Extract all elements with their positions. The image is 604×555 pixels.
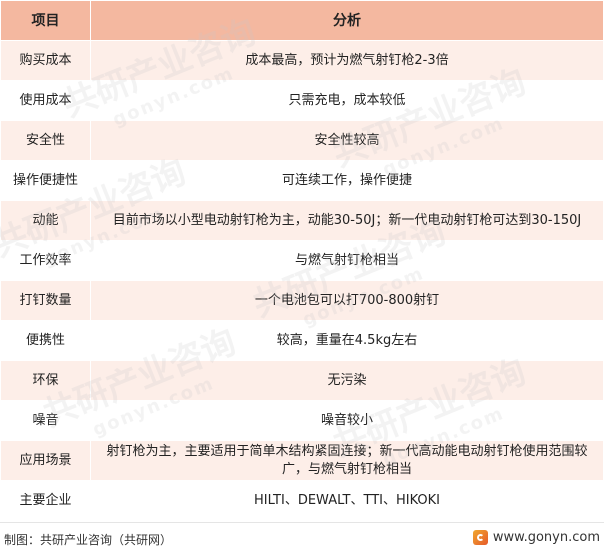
header-analysis: 分析 (90, 0, 604, 41)
table-row: 操作便捷性 可连续工作，操作便捷 (0, 160, 604, 201)
row-item: 工作效率 (0, 240, 91, 281)
row-item: 动能 (0, 200, 91, 241)
table-row: 购买成本 成本最高，预计为燃气射钉枪2-3倍 (0, 40, 604, 81)
table-row: 打钉数量 一个电池包可以打700-800射钉 (0, 280, 604, 321)
row-analysis: 噪音较小 (90, 400, 604, 441)
brand-url: www.gonyn.com (492, 530, 600, 545)
table-row: 工作效率 与燃气射钉枪相当 (0, 240, 604, 281)
row-item: 主要企业 (0, 480, 91, 521)
table-row: 安全性 安全性较高 (0, 120, 604, 161)
table-row: 便携性 较高，重量在4.5kg左右 (0, 320, 604, 361)
table-row: 噪音 噪音较小 (0, 400, 604, 441)
table-row: 动能 目前市场以小型电动射钉枪为主，动能30-50J；新一代电动射钉枪可达到30… (0, 200, 604, 241)
row-analysis: 目前市场以小型电动射钉枪为主，动能30-50J；新一代电动射钉枪可达到30-15… (90, 200, 604, 241)
footer: 制图：共研产业咨询（共研网） www.gonyn.com (0, 522, 604, 555)
row-item: 便携性 (0, 320, 91, 361)
row-analysis: 与燃气射钉枪相当 (90, 240, 604, 281)
gonyn-logo-icon (472, 530, 488, 545)
row-item: 操作便捷性 (0, 160, 91, 201)
header-item: 项目 (0, 0, 91, 41)
row-analysis: 无污染 (90, 360, 604, 401)
page: 项目 分析 购买成本 成本最高，预计为燃气射钉枪2-3倍 使用成本 只需充电，成… (0, 0, 604, 555)
brand: www.gonyn.com (472, 530, 600, 545)
row-analysis: 成本最高，预计为燃气射钉枪2-3倍 (90, 40, 604, 81)
row-item: 噪音 (0, 400, 91, 441)
row-analysis: 较高，重量在4.5kg左右 (90, 320, 604, 361)
row-analysis: 一个电池包可以打700-800射钉 (90, 280, 604, 321)
row-item: 应用场景 (0, 440, 91, 481)
table-row: 主要企业 HILTI、DEWALT、TTI、HIKOKI (0, 480, 604, 521)
table-row: 使用成本 只需充电，成本较低 (0, 80, 604, 121)
row-analysis: 只需充电，成本较低 (90, 80, 604, 121)
row-item: 购买成本 (0, 40, 91, 81)
row-analysis: HILTI、DEWALT、TTI、HIKOKI (90, 480, 604, 521)
row-analysis: 安全性较高 (90, 120, 604, 161)
comparison-table: 项目 分析 购买成本 成本最高，预计为燃气射钉枪2-3倍 使用成本 只需充电，成… (0, 0, 604, 521)
row-analysis: 射钉枪为主，主要适用于简单木结构紧固连接；新一代高动能电动射钉枪使用范围较广，与… (90, 440, 604, 481)
row-item: 环保 (0, 360, 91, 401)
table-row: 应用场景 射钉枪为主，主要适用于简单木结构紧固连接；新一代高动能电动射钉枪使用范… (0, 440, 604, 481)
row-analysis: 可连续工作，操作便捷 (90, 160, 604, 201)
row-item: 使用成本 (0, 80, 91, 121)
row-item: 安全性 (0, 120, 91, 161)
table-header-row: 项目 分析 (0, 0, 604, 41)
row-item: 打钉数量 (0, 280, 91, 321)
table-row: 环保 无污染 (0, 360, 604, 401)
source-note: 制图：共研产业咨询（共研网） (4, 533, 173, 547)
